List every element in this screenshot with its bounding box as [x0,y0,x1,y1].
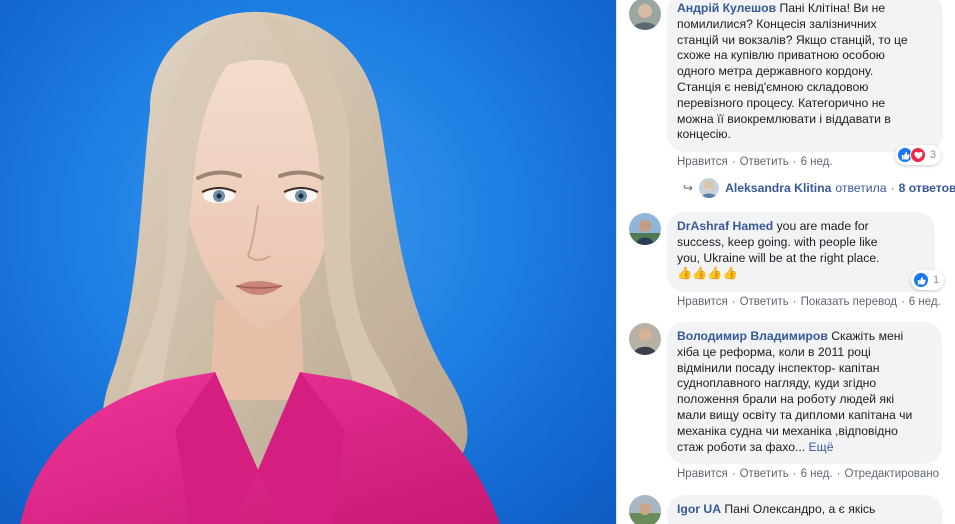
avatar-image [629,213,661,245]
reaction-count: 1 [933,274,940,286]
comment-text-line: судноплавного нагляду, куди згідно [677,376,877,391]
comment-actions: Нравится · Ответить · 6 нед. [677,156,833,168]
avatar[interactable] [629,323,661,355]
reply-arrow-icon: ↪ [683,181,694,195]
comment-text-line: можна її виокремлювати і віддавати в [677,111,891,126]
comment-text-line: мали вищу освіту та дипломи капітана чи [677,407,913,422]
reply-verb: ответила [835,181,887,195]
like-link[interactable]: Нравится [677,468,728,480]
comment-text-line: перевізного процесу. Категорично не [677,95,886,110]
comment-author[interactable]: Igor UA [677,502,721,516]
comment-text-line: одного метра державного кордону. [677,64,874,79]
reply-avatar-image [699,178,720,198]
comment-text-line: you, Ukraine will be at the right place. [677,250,880,265]
avatar[interactable] [629,213,661,245]
comment-bubble: DrAshraf Hamed you are made for success,… [667,212,935,292]
portrait-image [20,11,500,524]
like-icon [913,272,929,288]
comment-bubble: Igor UA Пані Олександро, а є якісь [667,495,943,524]
comment-text-line: хіба це реформа, коли в 2011 році [677,344,871,359]
comment-text-line: схоже на купівлю приватною особою [677,48,885,63]
avatar[interactable] [629,0,661,30]
comment-text-line: you are made for [773,219,869,233]
comment-time[interactable]: 6 нед. [801,468,833,480]
comment-author[interactable]: Володимир Владимиров [677,329,828,343]
comment-bubble: Андрій Кулешов Пані Клітіна! Ви не помил… [667,0,943,152]
comment-text-line: Станція є невід'ємною складовою [677,79,869,94]
like-link[interactable]: Нравится [677,156,728,168]
comment-actions: Нравится · Ответить · 6 нед. · Отредактировано [677,468,940,480]
love-icon [910,147,926,163]
edited-label[interactable]: Отредактировано [844,468,939,480]
comment-text-line: 👍👍👍👍 [677,266,738,281]
comment-text-line: стаж роботи за фахо... [677,439,806,454]
reaction-summary[interactable]: 1 [911,270,945,290]
comment-time[interactable]: 6 нед. [909,296,941,308]
comment-actions: Нравится · Ответить · Показать перевод · 6 нед… [677,296,941,308]
avatar-image [629,495,661,524]
comment-time[interactable]: 6 нед. [801,156,833,168]
comment-text-line: концесію. [677,127,731,142]
reply-avatar [699,178,720,198]
reply-author: Aleksandra Klitina [725,181,832,195]
comment-text-line: Скажіть мені [827,329,904,343]
reply-link[interactable]: Ответить [740,156,789,168]
reply-count: 8 ответов [898,181,955,195]
comment-author[interactable]: Андрій Кулешов [677,1,776,15]
comment-bubble: Володимир Владимиров Скажіть мені хіба ц… [667,322,942,464]
reaction-count: 3 [930,149,937,161]
comment-author[interactable]: DrAshraf Hamed [677,219,773,233]
comment-text-line: механіка судна чи механіка ,відповідно [677,423,898,438]
comment-text-line: success, keep going. with people like [677,234,878,249]
see-more-link[interactable]: Ещё [809,440,834,454]
avatar-image [629,0,661,30]
replies-link[interactable]: ↪ Aleksandra Klitina ответила · 8 ответо… [683,178,955,198]
comment-text-line: відмінили посаду інспектор- капітан [677,360,880,375]
comment-text-line: положення брали на роботу людей які [677,392,895,407]
avatar-image [629,323,661,355]
comment-text-line: Пані Клітіна! Ви не [776,1,886,15]
like-link[interactable]: Нравится [677,296,728,308]
reaction-summary[interactable]: 3 [895,145,942,165]
comments-panel[interactable]: Андрій Кулешов Пані Клітіна! Ви не помил… [617,0,955,524]
reply-link[interactable]: Ответить [740,296,789,308]
translate-link[interactable]: Показать перевод [801,296,897,308]
reply-link[interactable]: Ответить [740,468,789,480]
post-photo[interactable] [0,0,616,524]
avatar[interactable] [629,495,661,524]
comment-text-line: Пані Олександро, а є якісь [721,502,876,516]
comment-text-line: станцій чи вокзалів? Якщо станцій, то це [677,32,908,47]
comment-text-line: помилилися? Концесія залізничних [677,16,877,31]
